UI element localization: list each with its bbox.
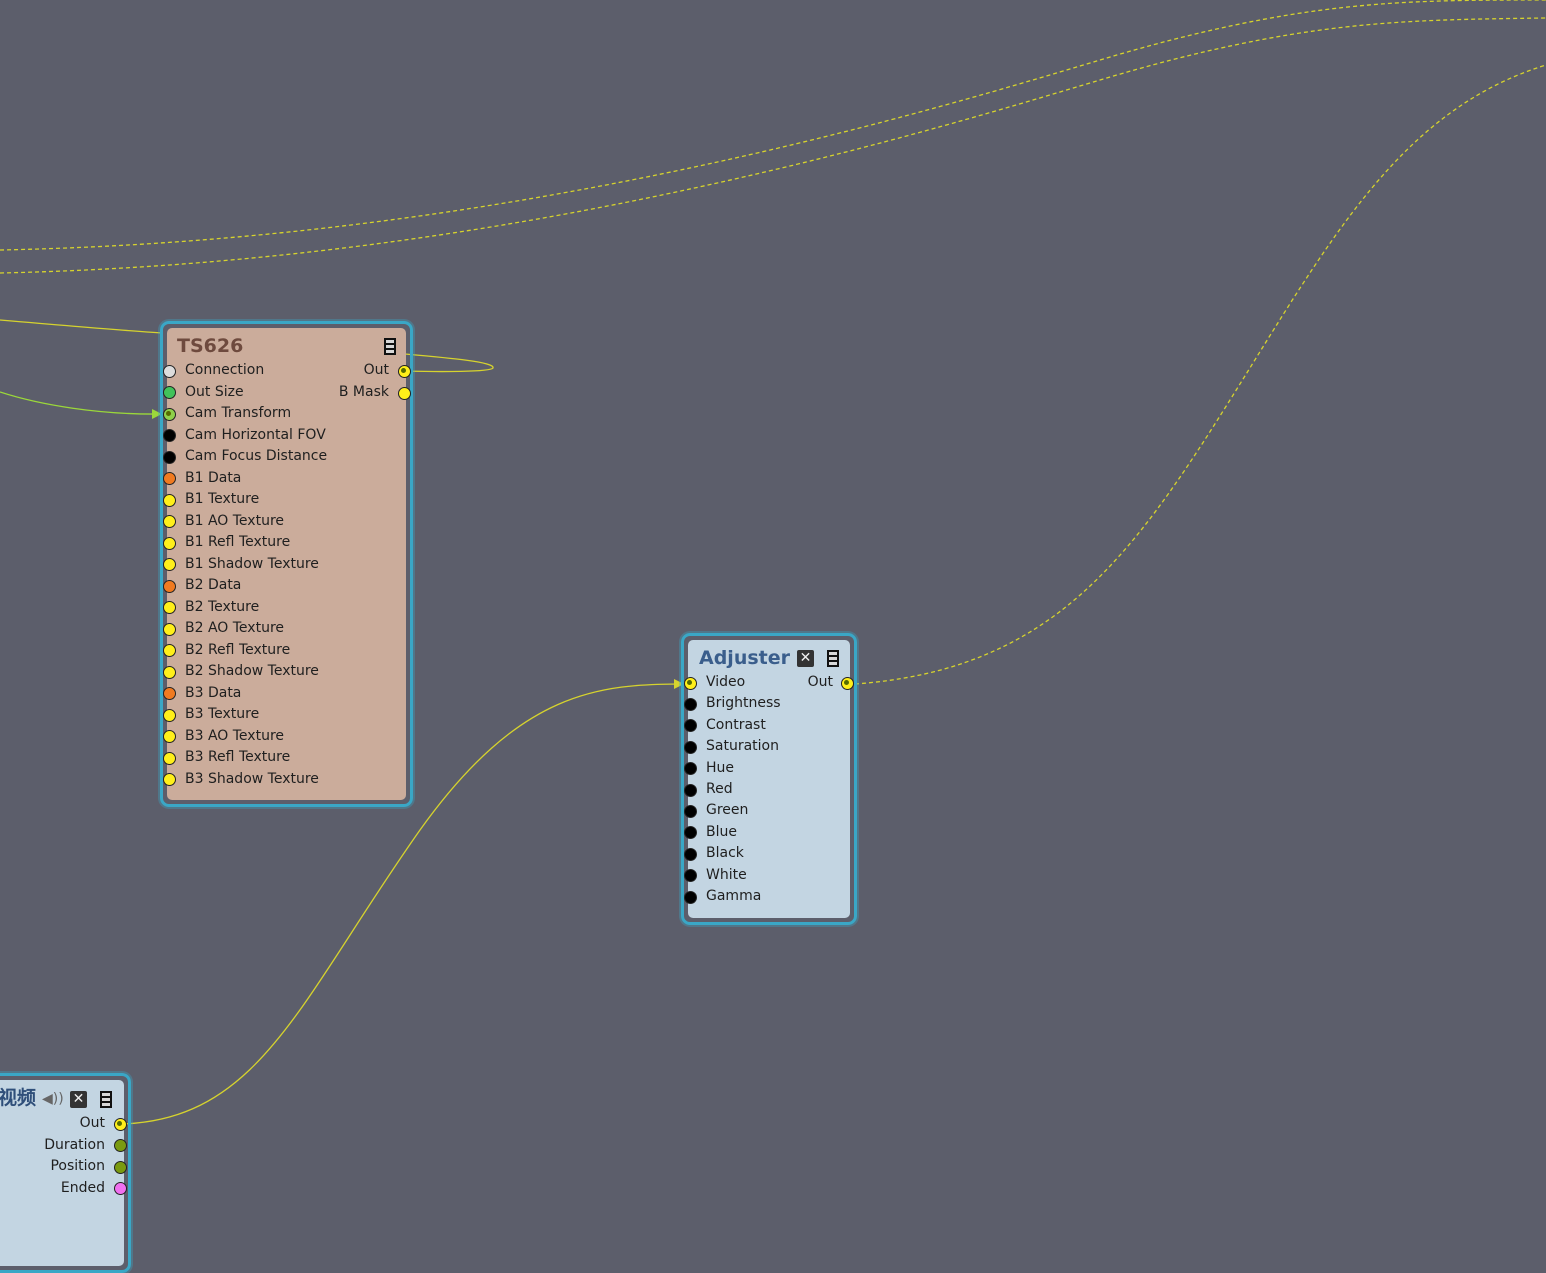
input-port-b1-ao-texture[interactable] — [162, 515, 176, 528]
input-label-b3-data: B3 Data — [185, 684, 242, 701]
input-label-b1-texture: B1 Texture — [185, 491, 260, 507]
input-port-hue[interactable] — [683, 762, 697, 776]
input-label-cam-transform: Cam Transform — [185, 405, 292, 421]
input-label-b2-ao-texture: B2 AO Texture — [185, 620, 285, 636]
input-port-b2-data[interactable] — [162, 579, 176, 593]
input-port-out-size[interactable] — [162, 386, 176, 399]
input-label-b1-shadow-texture: B1 Shadow Texture — [185, 555, 319, 572]
input-label-black: Black — [706, 845, 744, 862]
input-port-white[interactable] — [683, 869, 697, 883]
input-label-b2-shadow-texture: B2 Shadow Texture — [185, 663, 319, 679]
input-port-video[interactable] — [683, 676, 697, 690]
input-label-brightness: Brightness — [706, 695, 781, 712]
output-label-b-mask: B Mask — [338, 384, 389, 400]
output-label-out: Out — [79, 1115, 105, 1131]
input-label-b2-texture: B2 Texture — [185, 598, 260, 615]
ts626-title: TS626 — [177, 335, 244, 357]
input-port-b1-refl-texture[interactable] — [162, 536, 176, 550]
input-port-red[interactable] — [683, 783, 697, 797]
menu-icon[interactable] — [384, 338, 396, 355]
output-port-out[interactable] — [113, 1117, 127, 1131]
adjuster-title: Adjuster — [699, 647, 790, 669]
input-label-b3-texture: B3 Texture — [185, 706, 260, 722]
input-port-b2-texture[interactable] — [162, 601, 176, 614]
input-label-saturation: Saturation — [706, 738, 779, 755]
input-port-b3-shadow-texture[interactable] — [162, 773, 176, 786]
input-port-b2-shadow-texture[interactable] — [162, 665, 176, 679]
input-label-contrast: Contrast — [706, 716, 766, 733]
input-port-b3-data[interactable] — [162, 687, 176, 700]
input-port-cam-focus-distance[interactable] — [162, 450, 176, 464]
close-icon[interactable]: ✕ — [70, 1091, 87, 1108]
input-label-cam-focus-distance: Cam Focus Distance — [185, 448, 328, 464]
wire-into-connection[interactable] — [0, 319, 163, 334]
input-label-green: Green — [706, 802, 749, 819]
input-port-b1-data[interactable] — [162, 472, 176, 485]
output-port-out[interactable] — [397, 364, 411, 378]
output-port-ended[interactable] — [113, 1182, 127, 1195]
output-label-position: Position — [50, 1158, 105, 1174]
input-port-b2-ao-texture[interactable] — [162, 622, 176, 636]
input-port-gamma[interactable] — [683, 890, 697, 904]
video-title: 视频 — [0, 1087, 37, 1109]
wire-cam-transform[interactable] — [0, 391, 163, 415]
wire-adjuster-out[interactable] — [854, 64, 1546, 685]
input-label-blue: Blue — [706, 823, 737, 840]
input-port-cam-transform[interactable] — [162, 407, 176, 421]
output-port-out[interactable] — [840, 676, 854, 690]
input-label-hue: Hue — [706, 759, 735, 776]
close-icon[interactable]: ✕ — [797, 650, 814, 667]
wire-ts-out-loop[interactable] — [404, 353, 494, 373]
input-port-connection[interactable] — [162, 364, 176, 378]
input-port-saturation[interactable] — [683, 740, 697, 754]
input-label-white: White — [706, 866, 747, 883]
output-label-ended: Ended — [60, 1179, 105, 1196]
input-label-b3-refl-texture: B3 Refl Texture — [185, 749, 291, 765]
output-label-duration: Duration — [44, 1136, 105, 1153]
menu-icon[interactable] — [827, 650, 839, 667]
input-port-b3-refl-texture[interactable] — [162, 751, 176, 765]
input-port-brightness[interactable] — [683, 697, 697, 711]
input-label-b3-ao-texture: B3 AO Texture — [185, 727, 285, 744]
input-label-b2-data: B2 Data — [185, 577, 242, 593]
input-port-b1-shadow-texture[interactable] — [162, 558, 176, 571]
input-label-out-size: Out Size — [185, 383, 244, 400]
input-label-b2-refl-texture: B2 Refl Texture — [185, 641, 291, 658]
input-label-video: Video — [706, 674, 746, 690]
output-label-out: Out — [363, 362, 389, 378]
input-label-connection: Connection — [185, 362, 265, 378]
wire-offscreen-top-2[interactable] — [0, 17, 1546, 274]
output-port-duration[interactable] — [113, 1139, 127, 1152]
input-port-b3-ao-texture[interactable] — [162, 730, 176, 743]
input-port-cam-horizontal-fov[interactable] — [162, 429, 176, 442]
input-port-blue[interactable] — [683, 826, 697, 840]
input-port-contrast[interactable] — [683, 719, 697, 733]
output-port-b-mask[interactable] — [397, 386, 411, 400]
menu-icon[interactable] — [100, 1091, 112, 1108]
output-label-out: Out — [807, 674, 833, 690]
output-port-position[interactable] — [113, 1160, 127, 1174]
speaker-icon[interactable]: ◀)) — [42, 1091, 64, 1108]
input-port-b3-texture[interactable] — [162, 708, 176, 722]
wire-offscreen-top-1[interactable] — [0, 0, 1546, 251]
input-label-b1-ao-texture: B1 AO Texture — [185, 512, 285, 529]
input-label-cam-horizontal-fov: Cam Horizontal FOV — [185, 426, 326, 443]
input-port-b2-refl-texture[interactable] — [162, 644, 176, 657]
input-port-b1-texture[interactable] — [162, 493, 176, 507]
input-label-b1-data: B1 Data — [185, 469, 242, 486]
input-port-black[interactable] — [683, 847, 697, 861]
input-label-b3-shadow-texture: B3 Shadow Texture — [185, 770, 319, 787]
input-label-gamma: Gamma — [706, 888, 762, 904]
input-port-green[interactable] — [683, 804, 697, 818]
input-label-red: Red — [706, 781, 733, 797]
input-label-b1-refl-texture: B1 Refl Texture — [185, 534, 291, 550]
